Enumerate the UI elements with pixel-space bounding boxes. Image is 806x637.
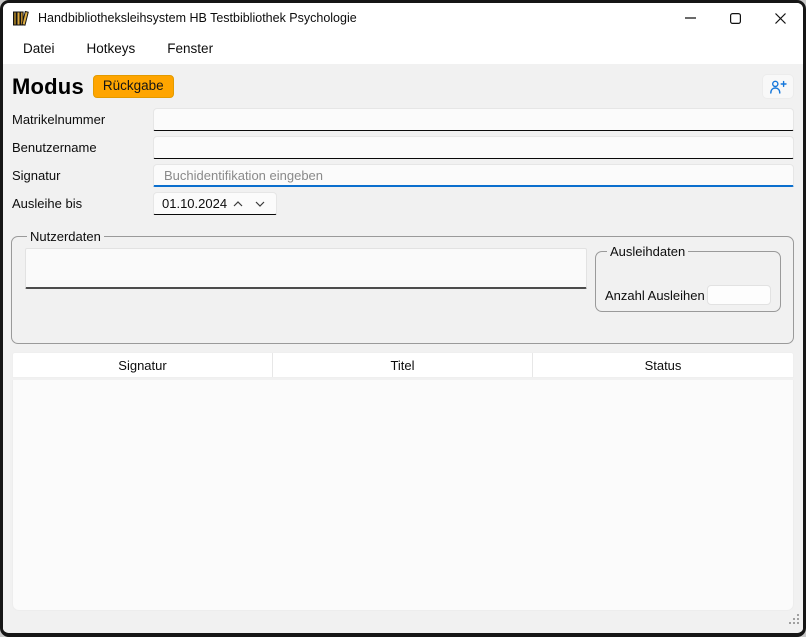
benutzername-row: Benutzername (12, 136, 794, 159)
matrikelnummer-row: Matrikelnummer (12, 108, 794, 131)
chevron-up-icon (233, 201, 243, 207)
anzahl-ausleihen-row: Anzahl Ausleihen (605, 285, 771, 305)
column-header-titel[interactable]: Titel (273, 353, 533, 377)
window-controls (668, 3, 803, 33)
benutzername-field[interactable] (153, 136, 794, 159)
ausleihe-bis-spinner[interactable]: 01.10.2024 (153, 192, 277, 215)
loans-table-header: Signatur Titel Status (12, 352, 794, 378)
menu-hotkeys[interactable]: Hotkeys (85, 37, 138, 60)
menubar: Datei Hotkeys Fenster (3, 33, 803, 64)
loans-table-body (12, 380, 794, 611)
app-window: Handbibliotheksleihsystem HB Testbibliot… (0, 0, 806, 637)
column-header-signatur[interactable]: Signatur (13, 353, 273, 377)
content-area: Modus Rückgabe Matrikelnummer Benutzerna… (3, 64, 803, 611)
signatur-field[interactable] (153, 164, 794, 187)
ausleihe-bis-row: Ausleihe bis 01.10.2024 (12, 192, 794, 215)
mode-badge: Rückgabe (93, 75, 174, 98)
menu-datei[interactable]: Datei (21, 37, 57, 60)
mode-row: Modus Rückgabe (12, 73, 794, 100)
close-icon (775, 13, 786, 24)
loans-table: Signatur Titel Status (12, 352, 794, 611)
close-button[interactable] (758, 3, 803, 33)
matrikelnummer-field[interactable] (153, 108, 794, 131)
ausleihdaten-legend: Ausleihdaten (607, 244, 688, 259)
nutzerdaten-inner: Ausleihdaten Anzahl Ausleihen (25, 248, 781, 312)
page-title: Modus (12, 74, 84, 100)
chevron-down-icon (255, 201, 265, 207)
resize-grip-icon[interactable] (789, 612, 800, 630)
titlebar: Handbibliotheksleihsystem HB Testbibliot… (3, 3, 803, 33)
signatur-label: Signatur (12, 168, 153, 183)
window-title: Handbibliotheksleihsystem HB Testbibliot… (38, 11, 357, 25)
ausleihe-bis-label: Ausleihe bis (12, 196, 153, 211)
ausleihdaten-groupbox: Ausleihdaten Anzahl Ausleihen (595, 244, 781, 312)
nutzerdaten-textarea[interactable] (25, 248, 587, 289)
menu-fenster[interactable]: Fenster (165, 37, 215, 60)
nutzerdaten-legend: Nutzerdaten (27, 229, 104, 244)
date-decrement-button[interactable] (249, 193, 271, 214)
date-increment-button[interactable] (227, 193, 249, 214)
anzahl-ausleihen-label: Anzahl Ausleihen (605, 288, 705, 303)
signatur-row: Signatur (12, 164, 794, 187)
books-icon (12, 10, 29, 27)
benutzername-label: Benutzername (12, 140, 153, 155)
anzahl-ausleihen-field[interactable] (707, 285, 771, 305)
lending-form: Matrikelnummer Benutzername Signatur Aus… (12, 108, 794, 215)
nutzerdaten-groupbox: Nutzerdaten Ausleihdaten Anzahl Ausleihe… (11, 229, 794, 344)
minimize-icon (685, 17, 696, 19)
column-header-status[interactable]: Status (533, 353, 793, 377)
matrikelnummer-label: Matrikelnummer (12, 112, 153, 127)
maximize-button[interactable] (713, 3, 758, 33)
statusbar (3, 611, 803, 633)
add-user-button[interactable] (762, 74, 794, 99)
minimize-button[interactable] (668, 3, 713, 33)
person-add-icon (769, 80, 787, 94)
ausleihe-bis-value: 01.10.2024 (162, 196, 227, 211)
maximize-icon (730, 13, 741, 24)
